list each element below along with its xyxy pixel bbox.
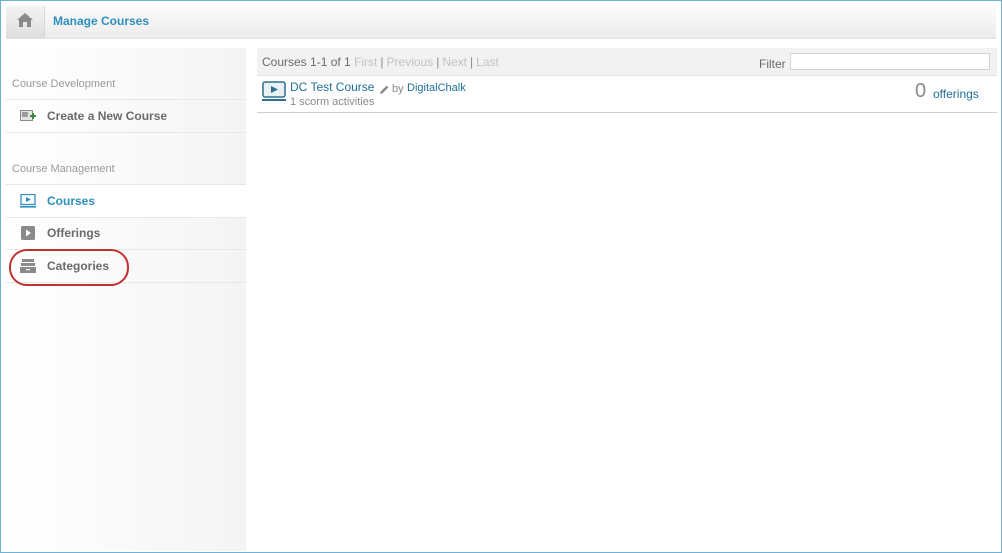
pager-separator: | (380, 55, 384, 69)
sidebar-item-label: Offerings (47, 226, 101, 240)
activities-count: 1 scorm activities (290, 96, 375, 108)
section-label-course-development: Course Development (12, 78, 116, 90)
add-course-icon (20, 109, 36, 123)
by-label: by (392, 83, 404, 95)
pager-separator: | (436, 55, 440, 69)
offerings-link[interactable]: offerings (933, 87, 979, 101)
course-screen-icon (20, 194, 36, 208)
page-title: Manage Courses (53, 14, 150, 28)
highlight-annotation-circle (9, 249, 129, 286)
play-icon (20, 226, 36, 240)
sidebar-item-label: Courses (47, 194, 96, 208)
author-link[interactable]: DigitalChalk (407, 82, 466, 94)
pencil-icon[interactable] (379, 82, 390, 100)
filter-label: Filter (759, 57, 786, 71)
pager-separator: | (470, 55, 474, 69)
offerings-count: 0 (915, 80, 927, 102)
pager-next-link[interactable]: Next (442, 55, 467, 69)
section-label-course-management: Course Management (12, 163, 115, 175)
sidebar-item-create-course[interactable]: Create a New Course (6, 99, 246, 133)
pager-summary: Courses 1-1 of 1 (262, 55, 351, 69)
home-button[interactable] (6, 6, 45, 38)
sidebar: Course Development Create a New Course C… (6, 48, 246, 551)
pager-last-link[interactable]: Last (476, 55, 499, 69)
filter-input[interactable] (790, 53, 990, 70)
sidebar-item-courses[interactable]: Courses (6, 184, 246, 218)
course-name-link[interactable]: DC Test Course (290, 80, 374, 94)
pager-first-link[interactable]: First (354, 55, 377, 69)
top-bar: Manage Courses (6, 6, 996, 39)
home-icon (16, 12, 34, 33)
pager-previous-link[interactable]: Previous (387, 55, 434, 69)
app-window: Manage Courses Course Development Create… (0, 0, 1002, 553)
pagination: Courses 1-1 of 1 First | Previous | Next | Las… (262, 55, 499, 69)
pager-bar: Courses 1-1 of 1 First | Previous | Next | Las… (257, 48, 997, 76)
sidebar-item-label: Create a New Course (47, 109, 168, 123)
table-row: DC Test Course by DigitalChalk 1 scorm a… (257, 76, 997, 113)
course-screen-icon (262, 81, 286, 108)
sidebar-item-offerings[interactable]: Offerings (6, 217, 246, 250)
